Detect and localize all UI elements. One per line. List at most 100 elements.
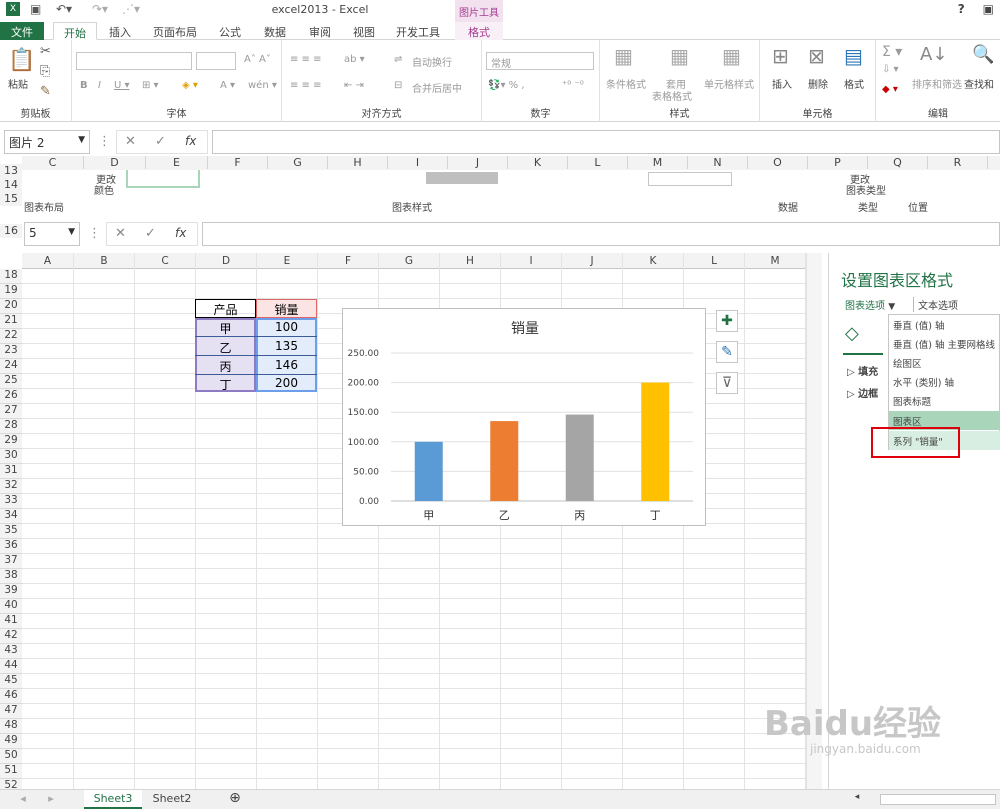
autosum-icon[interactable]: Σ ▾ [882, 44, 902, 60]
row-header[interactable]: 25 [0, 374, 22, 389]
dropdown-item-chart-title[interactable]: 图表标题 [889, 391, 1000, 410]
save-icon[interactable]: ▣ [30, 2, 41, 18]
tab-data[interactable]: 数据 [255, 22, 295, 40]
undo-icon[interactable]: ↶▾ [56, 2, 72, 18]
delete-cells-icon[interactable]: ⊠ [808, 44, 825, 68]
column-header[interactable]: C [135, 253, 196, 269]
row-header[interactable]: 43 [0, 644, 22, 659]
fill-icon[interactable]: ⇩ ▾ [882, 64, 899, 75]
tab-format[interactable]: 格式 [455, 22, 503, 40]
bar-4[interactable] [641, 382, 670, 501]
paste-button[interactable]: 粘贴 [8, 76, 28, 91]
row-header[interactable]: 44 [0, 659, 22, 674]
row-header[interactable]: 35 [0, 524, 22, 539]
formula-input-2[interactable] [202, 222, 1000, 246]
underline-icon[interactable]: U ▾ [114, 80, 130, 91]
bar-2[interactable] [490, 421, 519, 501]
font-name-box[interactable] [76, 52, 192, 70]
change-colors-label-2[interactable]: 颜色 [94, 182, 114, 197]
row-header[interactable]: 49 [0, 734, 22, 749]
column-header[interactable]: L [684, 253, 745, 269]
format-painter-icon[interactable]: ✎ [40, 84, 51, 99]
bar-chart[interactable]: 销量 0.00 50.00 100.00 150.00 200.00 250.00 甲 乙 丙 丁 [342, 308, 706, 526]
tab-page-layout[interactable]: 页面布局 [145, 22, 205, 40]
row-header[interactable]: 18 [0, 269, 22, 284]
row-header[interactable]: 40 [0, 599, 22, 614]
cancel-icon[interactable]: ✕ [125, 134, 136, 149]
tab-view[interactable]: 视图 [344, 22, 384, 40]
find-select-button[interactable]: 查找和 [964, 76, 994, 91]
copy-icon[interactable]: ⎘ [40, 64, 50, 79]
column-header[interactable]: H [440, 253, 501, 269]
align-left-icon[interactable]: ≡ ≡ ≡ [290, 80, 322, 91]
find-select-icon[interactable]: 🔍 [972, 44, 994, 65]
fill-color-icon[interactable]: ◈ ▾ [182, 80, 198, 91]
tab-formulas[interactable]: 公式 [210, 22, 250, 40]
tab-review[interactable]: 审阅 [300, 22, 340, 40]
row-header[interactable]: 48 [0, 719, 22, 734]
wrap-text-button[interactable]: 自动换行 [412, 54, 452, 69]
merge-center-button[interactable]: 合并后居中 [412, 80, 462, 95]
dropdown-item-plot-area[interactable]: 绘图区 [889, 353, 1000, 372]
row-header[interactable]: 46 [0, 689, 22, 704]
change-chart-type-label-2[interactable]: 图表类型 [846, 182, 886, 197]
column-header[interactable]: D [196, 253, 257, 269]
paste-icon[interactable]: 📋 [8, 48, 35, 73]
row-header[interactable]: 31 [0, 464, 22, 479]
text-options-tab[interactable]: 文本选项 [913, 297, 958, 312]
customize-qat-icon[interactable]: ⋰▾ [122, 2, 140, 18]
name-box-2[interactable]: 5 ▼ [24, 222, 80, 246]
currency-icon[interactable]: 💱▾ % , [488, 80, 525, 91]
column-header[interactable]: E [257, 253, 318, 269]
row-header[interactable]: 24 [0, 359, 22, 374]
row-header[interactable]: 27 [0, 404, 22, 419]
fill-line-icon[interactable]: ◇ [845, 323, 859, 344]
row-header[interactable]: 37 [0, 554, 22, 569]
row-header[interactable]: 39 [0, 584, 22, 599]
number-format-box[interactable]: 常规 [486, 52, 594, 70]
name-box[interactable]: 图片 2 ▼ [4, 130, 90, 154]
enter-icon[interactable]: ✓ [145, 226, 156, 241]
row-header[interactable]: 52 [0, 779, 22, 789]
delete-cells-button[interactable]: 删除 [808, 76, 828, 91]
format-cells-button[interactable]: 格式 [844, 76, 864, 91]
conditional-format-button[interactable]: 条件格式 [606, 76, 646, 91]
row-header[interactable]: 29 [0, 434, 22, 449]
chart-style-more[interactable] [648, 172, 732, 186]
indent-icon[interactable]: ⇤ ⇥ [344, 80, 364, 91]
tab-insert[interactable]: 插入 [100, 22, 140, 40]
column-header[interactable]: M [745, 253, 806, 269]
scroll-left-icon[interactable]: ◂ [850, 790, 864, 809]
chart-style-thumbnail[interactable] [426, 172, 498, 184]
row-header[interactable]: 41 [0, 614, 22, 629]
orientation-icon[interactable]: ab ▾ [344, 54, 365, 65]
column-header[interactable]: B [74, 253, 135, 269]
row-header[interactable]: 50 [0, 749, 22, 764]
border-section[interactable]: ▷ 边框 [847, 385, 878, 400]
tab-developer[interactable]: 开发工具 [390, 22, 446, 40]
column-header[interactable]: I [501, 253, 562, 269]
font-color-icon[interactable]: A ▾ [220, 80, 235, 91]
tab-home[interactable]: 开始 [53, 22, 97, 40]
help-button[interactable]: ? [958, 2, 965, 16]
chart-title[interactable]: 销量 [511, 321, 539, 337]
cell-style-icon[interactable]: ▦ [722, 44, 741, 68]
dropdown-item-vertical-gridlines[interactable]: 垂直 (值) 轴 主要网格线 [889, 334, 1000, 353]
sheet-tab-sheet3[interactable]: Sheet3 [84, 790, 142, 809]
add-sheet-button[interactable]: ⊕ [226, 790, 244, 809]
font-size-box[interactable] [196, 52, 236, 70]
enter-icon[interactable]: ✓ [155, 134, 166, 149]
row-header[interactable]: 22 [0, 329, 22, 344]
row-header[interactable]: 38 [0, 569, 22, 584]
align-top-icon[interactable]: ≡ ≡ ≡ [290, 54, 322, 65]
chart-styles-button[interactable]: ✎ [716, 341, 738, 363]
wrap-text-icon[interactable]: ⇌ [394, 54, 402, 65]
column-header[interactable]: G [379, 253, 440, 269]
row-header[interactable]: 33 [0, 494, 22, 509]
format-as-table-icon[interactable]: ▦ [670, 44, 689, 68]
insert-cells-button[interactable]: 插入 [772, 76, 792, 91]
row-header[interactable]: 26 [0, 389, 22, 404]
fill-section[interactable]: ▷ 填充 [847, 363, 878, 378]
chart-options-tab[interactable]: 图表选项 ▼ [845, 297, 895, 312]
bar-1[interactable] [414, 441, 443, 501]
